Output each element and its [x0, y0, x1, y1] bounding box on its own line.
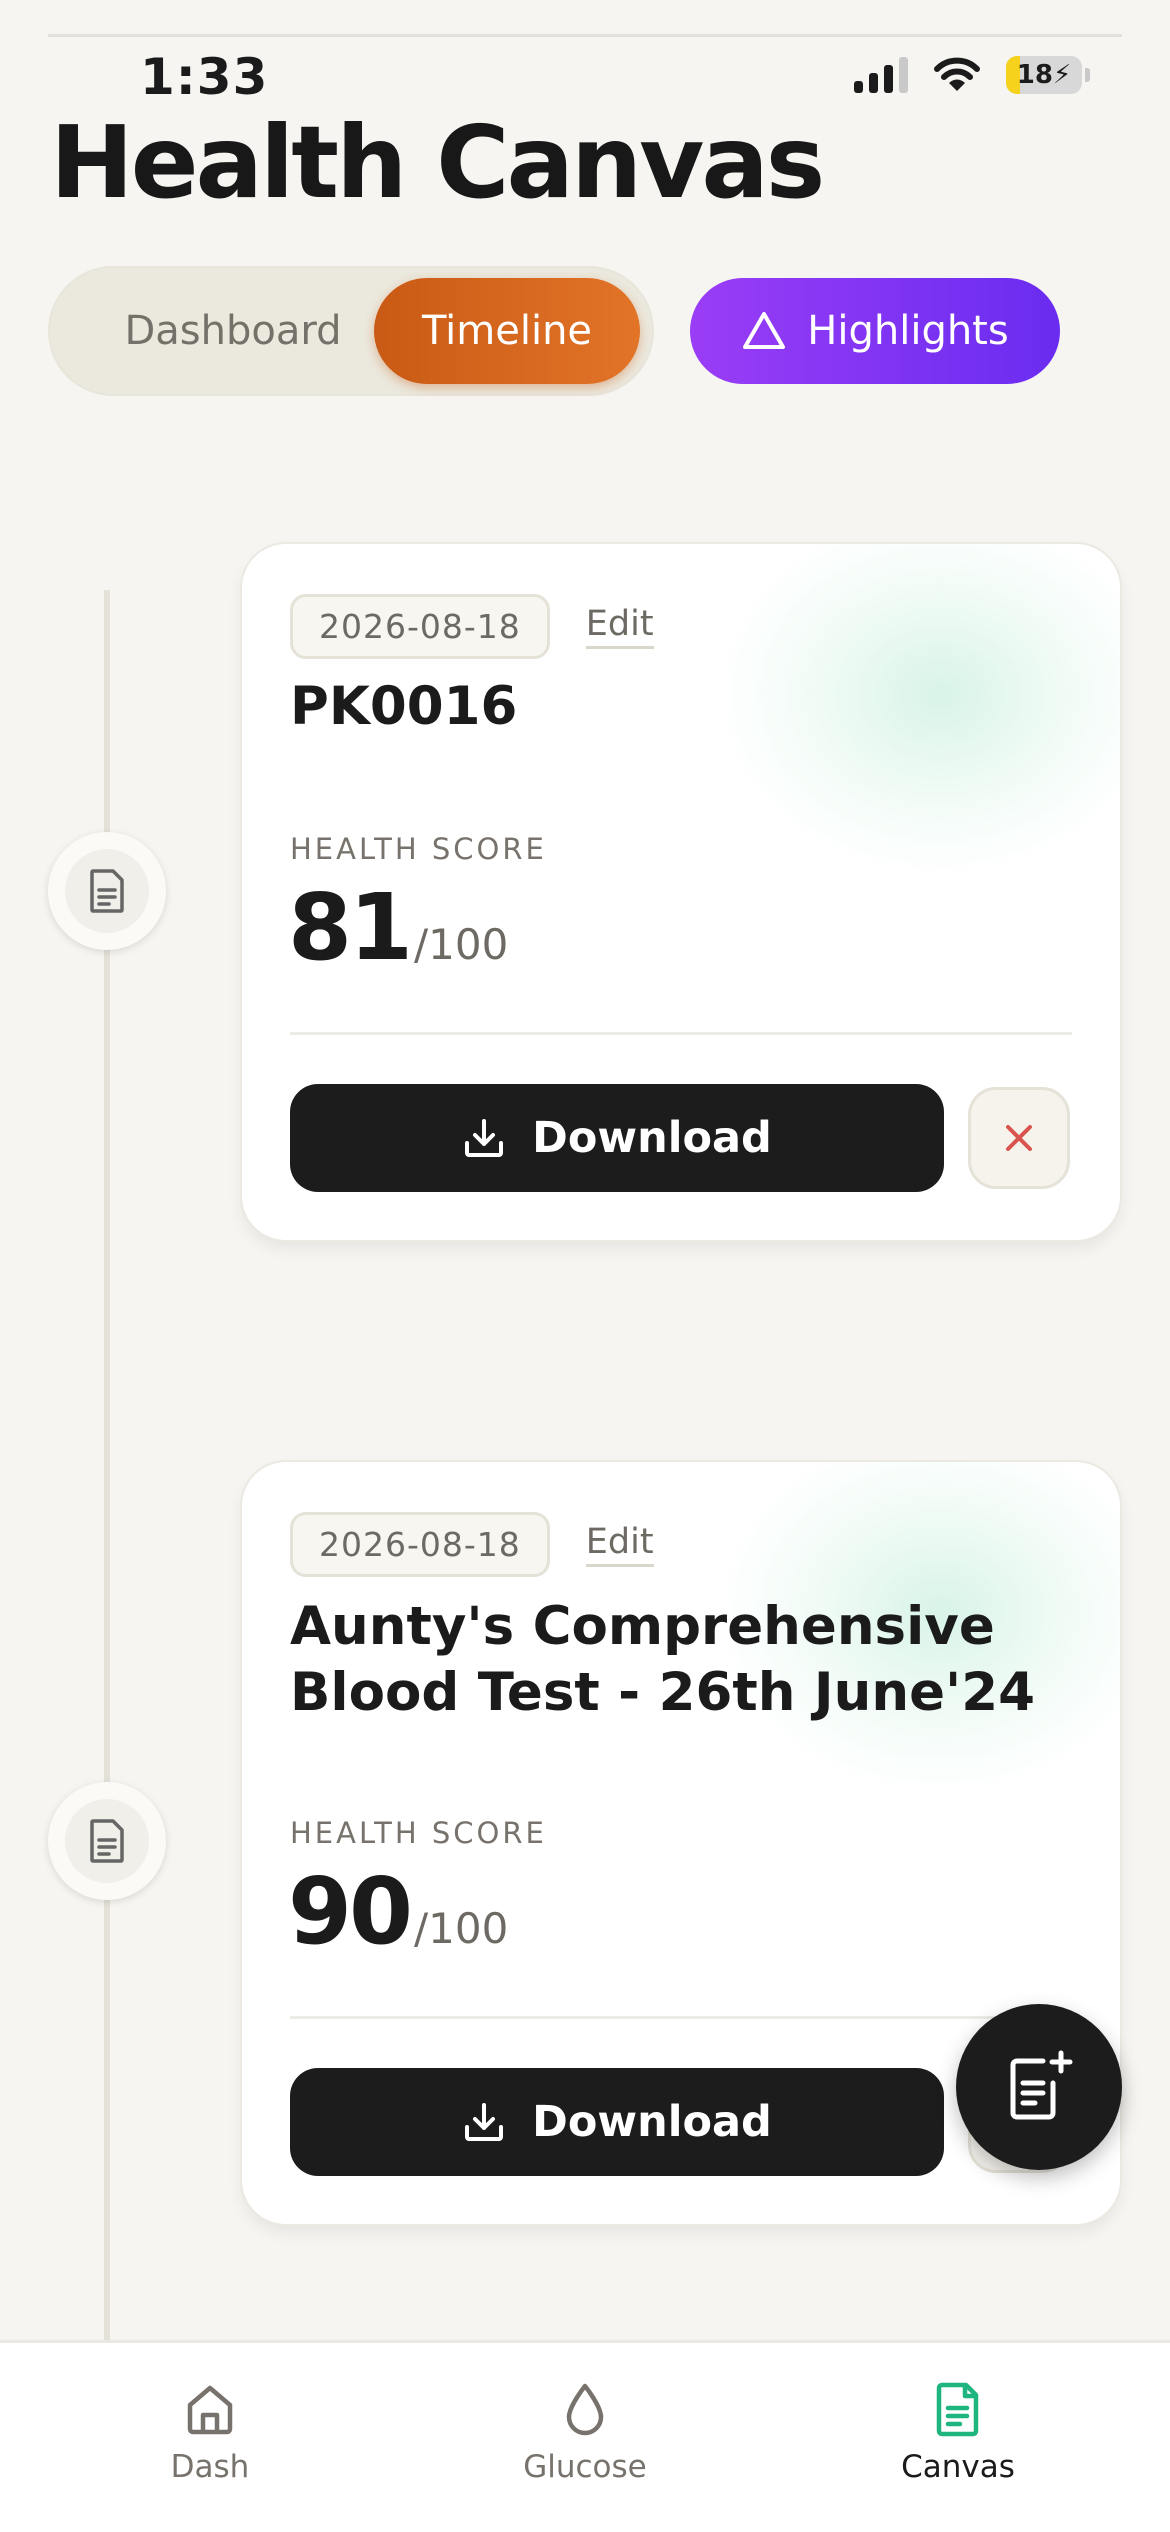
- top-divider: [48, 34, 1122, 37]
- card-divider: [290, 2016, 1072, 2019]
- date-chip: 2026-08-18: [290, 594, 550, 659]
- download-label: Download: [532, 2097, 772, 2147]
- nav-label: Dash: [170, 2449, 250, 2485]
- highlights-label: Highlights: [807, 308, 1009, 354]
- edit-link[interactable]: Edit: [585, 604, 654, 649]
- page-title: Health Canvas: [50, 104, 825, 221]
- download-label: Download: [532, 1113, 772, 1163]
- document-icon: [936, 2382, 979, 2437]
- health-score-label: HEALTH SCORE: [290, 1816, 547, 1850]
- close-icon: [1006, 1125, 1032, 1151]
- score-value: 81: [288, 874, 413, 981]
- health-score: 90 /100: [288, 1858, 508, 1965]
- score-max: /100: [414, 1904, 509, 1953]
- delete-button[interactable]: [968, 1087, 1070, 1189]
- wifi-icon: [934, 57, 980, 91]
- card-divider: [290, 1032, 1072, 1035]
- highlights-button[interactable]: Highlights: [690, 278, 1060, 384]
- timeline-node: [48, 832, 166, 950]
- triangle-icon: [743, 312, 786, 349]
- timeline-node: [48, 1782, 166, 1900]
- edit-link[interactable]: Edit: [585, 1522, 654, 1567]
- download-icon: [465, 2103, 504, 2141]
- date-chip: 2026-08-18: [290, 1512, 550, 1577]
- health-canvas-screen: 1:33 18⚡ Health Canvas Dashboard Timelin…: [0, 0, 1170, 2532]
- nav-item-dash[interactable]: Dash: [90, 2381, 330, 2485]
- report-title: Aunty's Comprehensive Blood Test - 26th …: [290, 1596, 1036, 1723]
- tab-timeline[interactable]: Timeline: [374, 278, 640, 384]
- status-indicators: 18⚡: [854, 56, 1090, 94]
- download-icon: [465, 1119, 504, 1157]
- score-value: 90: [288, 1858, 413, 1965]
- download-button[interactable]: Download: [290, 2068, 944, 2176]
- health-score-label: HEALTH SCORE: [290, 832, 547, 866]
- view-segmented-control: Dashboard Timeline: [48, 266, 654, 396]
- add-document-icon: [1010, 2050, 1073, 2120]
- nav-label: Glucose: [523, 2449, 647, 2485]
- status-time: 1:33: [140, 48, 269, 106]
- battery-level: 18: [1016, 60, 1053, 90]
- report-card[interactable]: 2026-08-18 Edit PK0016 HEALTH SCORE 81 /…: [242, 544, 1120, 1240]
- battery-icon: 18⚡: [1006, 56, 1090, 94]
- add-report-button[interactable]: [956, 2004, 1122, 2170]
- health-score: 81 /100: [288, 874, 508, 981]
- nav-item-canvas[interactable]: Canvas: [838, 2381, 1078, 2485]
- tab-dashboard[interactable]: Dashboard: [68, 278, 398, 384]
- droplet-icon: [566, 2383, 604, 2436]
- download-button[interactable]: Download: [290, 1084, 944, 1192]
- report-title: PK0016: [290, 676, 518, 737]
- document-icon: [90, 869, 124, 913]
- home-icon: [187, 2385, 233, 2435]
- bottom-nav: Dash Glucose Canvas: [0, 2340, 1170, 2532]
- signal-icon: [854, 57, 908, 93]
- nav-label: Canvas: [901, 2449, 1015, 2485]
- document-icon: [90, 1819, 124, 1863]
- nav-item-glucose[interactable]: Glucose: [465, 2381, 705, 2485]
- score-max: /100: [414, 920, 509, 969]
